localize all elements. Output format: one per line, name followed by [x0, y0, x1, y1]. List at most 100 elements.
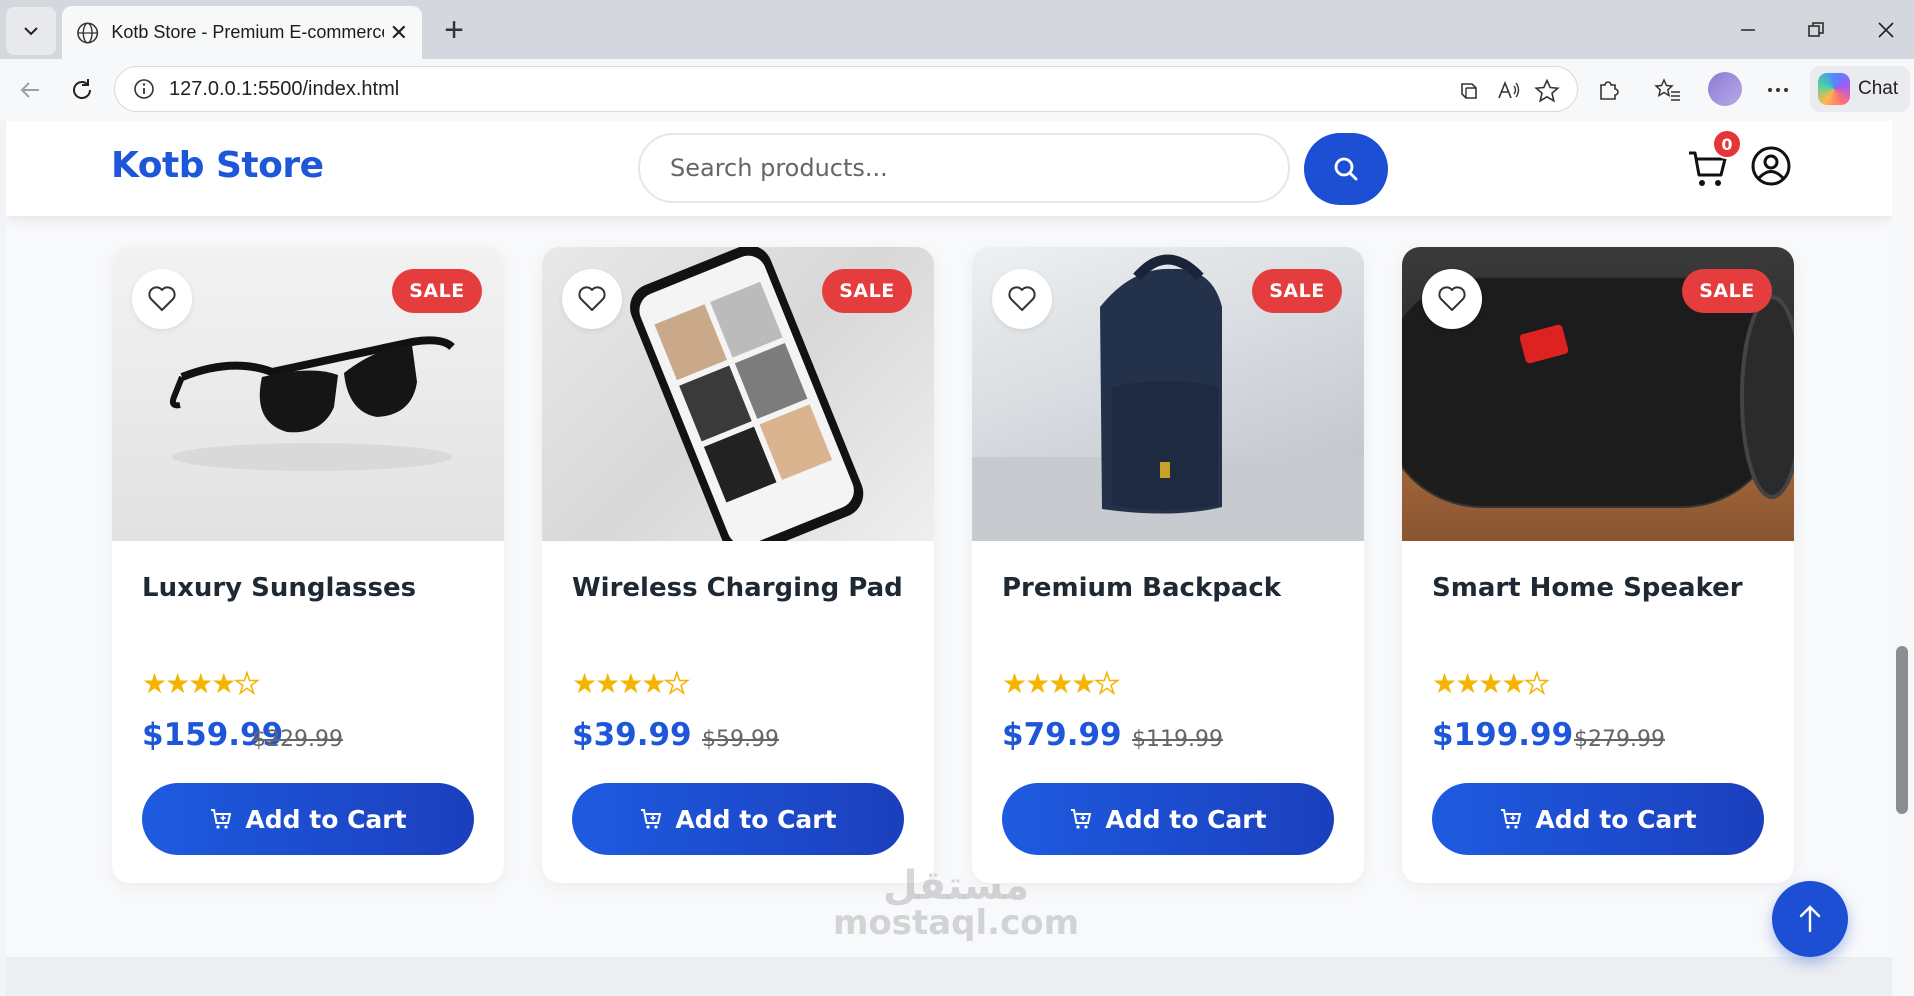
heart-icon: [1008, 286, 1036, 311]
tab-title: Kotb Store - Premium E-commerce: [111, 22, 384, 42]
favorites-list-icon: [1654, 78, 1680, 101]
half-star-icon: ★: [234, 667, 261, 700]
filled-stars: ★★★★: [1002, 668, 1096, 699]
wishlist-button[interactable]: [1422, 269, 1482, 329]
scrollbar-thumb[interactable]: [1896, 646, 1908, 814]
favorite-star-icon[interactable]: [1533, 77, 1561, 105]
translate-icon[interactable]: [1455, 77, 1483, 105]
heart-icon: [148, 286, 176, 311]
site-logo[interactable]: Kotb Store: [111, 145, 324, 186]
product-card: SALE Luxury Sunglasses ★★★★★ $159.99 $22…: [112, 247, 504, 883]
cart-plus-icon: [1071, 809, 1092, 829]
add-to-cart-label: Add to Cart: [1535, 804, 1697, 834]
original-price: $59.99: [702, 727, 779, 752]
watermark-arabic: مستقل: [882, 863, 1030, 909]
restore-button[interactable]: [1796, 12, 1836, 48]
sale-badge: SALE: [1682, 269, 1772, 313]
add-to-cart-button[interactable]: Add to Cart: [572, 783, 904, 855]
filled-stars: ★★★★: [1432, 668, 1526, 699]
product-image[interactable]: SALE: [972, 247, 1364, 541]
product-name[interactable]: Luxury Sunglasses: [142, 573, 416, 603]
more-horizontal-icon: [1768, 88, 1788, 92]
product-price: $79.99: [1002, 717, 1122, 753]
search-input[interactable]: [638, 133, 1290, 203]
copilot-chat-button[interactable]: Chat: [1810, 66, 1910, 112]
wishlist-button[interactable]: [132, 269, 192, 329]
tab-list-button[interactable]: [6, 7, 56, 55]
scroll-to-top-button[interactable]: [1772, 881, 1848, 957]
original-price: $279.99: [1574, 727, 1665, 752]
add-to-cart-label: Add to Cart: [245, 804, 407, 834]
product-price: $39.99: [572, 717, 692, 753]
product-name[interactable]: Smart Home Speaker: [1432, 573, 1743, 603]
add-to-cart-label: Add to Cart: [1105, 804, 1267, 834]
globe-icon: [77, 22, 99, 43]
page-scrollbar[interactable]: [1892, 121, 1914, 996]
product-name[interactable]: Wireless Charging Pad: [572, 573, 903, 603]
url-text: 127.0.0.1:5500/index.html: [169, 77, 400, 100]
product-name[interactable]: Premium Backpack: [1002, 573, 1281, 603]
arrow-up-icon: [1799, 905, 1821, 933]
add-to-cart-button[interactable]: Add to Cart: [1432, 783, 1764, 855]
chevron-down-icon: [24, 27, 38, 36]
puzzle-icon: [1600, 81, 1619, 100]
back-button[interactable]: [14, 74, 46, 106]
cart-count-badge: 0: [1712, 129, 1742, 159]
search-button[interactable]: [1304, 133, 1388, 205]
add-to-cart-button[interactable]: Add to Cart: [1002, 783, 1334, 855]
sale-badge: SALE: [392, 269, 482, 313]
product-image[interactable]: SALE: [1402, 247, 1794, 541]
filled-stars: ★★★★: [142, 668, 236, 699]
more-menu-button[interactable]: [1762, 74, 1794, 106]
wishlist-button[interactable]: [562, 269, 622, 329]
add-to-cart-button[interactable]: Add to Cart: [142, 783, 474, 855]
info-icon[interactable]: [133, 78, 155, 100]
new-tab-button[interactable]: +: [434, 10, 474, 50]
sale-badge: SALE: [1252, 269, 1342, 313]
address-bar[interactable]: 127.0.0.1:5500/index.html: [114, 66, 1578, 112]
user-icon[interactable]: [1750, 145, 1792, 187]
product-card: SALE Wireless Charging Pad ★★★★★ $39.99 …: [542, 247, 934, 883]
read-aloud-icon[interactable]: [1495, 77, 1523, 105]
sale-badge: SALE: [822, 269, 912, 313]
minimize-button[interactable]: [1728, 12, 1768, 48]
chat-label: Chat: [1858, 78, 1899, 99]
reload-button[interactable]: [66, 74, 98, 106]
half-star-icon: ★: [1524, 667, 1551, 700]
product-card: SALE Premium Backpack ★★★★★ $79.99 $119.…: [972, 247, 1364, 883]
favorites-button[interactable]: [1652, 74, 1684, 106]
rating-stars: ★★★★★: [1432, 667, 1551, 700]
heart-icon: [578, 286, 606, 311]
watermark-latin: mostaql.com: [832, 903, 1080, 943]
extensions-button[interactable]: [1592, 74, 1624, 106]
rating-stars: ★★★★★: [572, 667, 691, 700]
reload-icon: [73, 79, 91, 99]
close-window-button[interactable]: [1866, 12, 1906, 48]
heart-icon: [1438, 286, 1466, 311]
rating-stars: ★★★★★: [1002, 667, 1121, 700]
add-to-cart-label: Add to Cart: [675, 804, 837, 834]
profile-avatar[interactable]: [1708, 72, 1742, 106]
product-card: SALE Smart Home Speaker ★★★★★ $199.99 $2…: [1402, 247, 1794, 883]
browser-tab[interactable]: Kotb Store - Premium E-commerce ✕: [62, 6, 422, 59]
search-icon: [1334, 157, 1358, 181]
site-header: Kotb Store 0: [6, 121, 1892, 216]
original-price: $119.99: [1132, 727, 1223, 752]
cart-plus-icon: [641, 809, 662, 829]
close-icon: [1878, 22, 1894, 38]
original-price: $229.99: [252, 727, 343, 752]
half-star-icon: ★: [1094, 667, 1121, 700]
browser-tab-bar: Kotb Store - Premium E-commerce ✕ +: [0, 0, 1914, 59]
watermark: مستقل mostaql.com: [826, 866, 1086, 940]
rating-stars: ★★★★★: [142, 667, 261, 700]
product-image[interactable]: SALE: [112, 247, 504, 541]
wishlist-button[interactable]: [992, 269, 1052, 329]
close-tab-icon[interactable]: ✕: [390, 20, 408, 46]
cart-plus-icon: [211, 809, 232, 829]
half-star-icon: ★: [664, 667, 691, 700]
browser-toolbar: 127.0.0.1:5500/index.html Chat: [0, 59, 1914, 121]
restore-icon: [1808, 22, 1824, 37]
product-image[interactable]: SALE: [542, 247, 934, 541]
filled-stars: ★★★★: [572, 668, 666, 699]
minimize-icon: [1741, 29, 1755, 31]
